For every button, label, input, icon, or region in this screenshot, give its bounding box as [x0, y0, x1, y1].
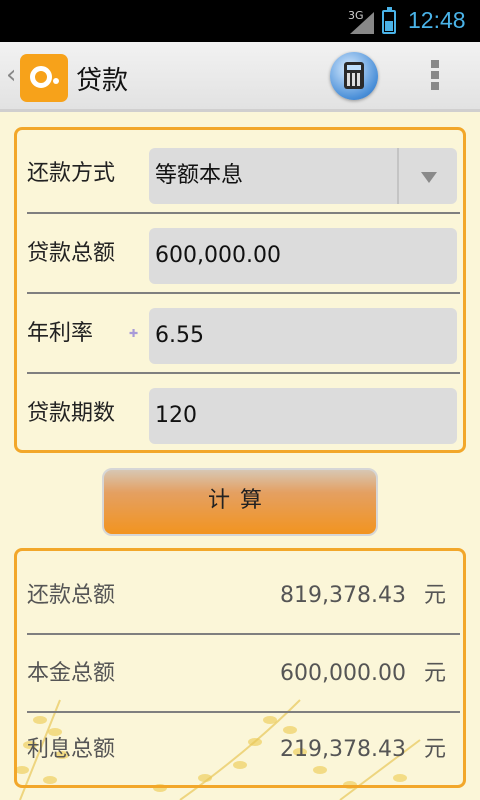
result-row: 利息总额 219,378.43 元 — [23, 711, 460, 785]
annual-rate-row: 年利率 ✚ 6.55 — [23, 294, 460, 374]
rate-info-icon[interactable]: ✚ — [129, 327, 138, 340]
annual-rate-label: 年利率 — [27, 321, 94, 346]
total-principal-value: 600,000.00 — [280, 661, 406, 686]
repayment-method-row: 还款方式 等额本息 — [23, 134, 460, 214]
overflow-menu-icon[interactable] — [431, 60, 441, 94]
loan-term-row: 贷款期数 120 — [23, 374, 460, 454]
loan-amount-row: 贷款总额 600,000.00 — [23, 214, 460, 294]
result-panel: 还款总额 819,378.43 元 本金总额 600,000.00 元 利息总额… — [14, 548, 466, 788]
status-time: 12:48 — [408, 7, 466, 33]
loan-amount-input[interactable]: 600,000.00 — [149, 228, 457, 284]
app-logo-icon[interactable] — [20, 54, 68, 102]
repayment-method-value: 等额本息 — [155, 163, 244, 188]
result-row: 本金总额 600,000.00 元 — [23, 635, 460, 713]
total-interest-label: 利息总额 — [27, 737, 116, 762]
result-row: 还款总额 819,378.43 元 — [23, 557, 460, 635]
total-principal-label: 本金总额 — [27, 661, 116, 686]
calculate-button[interactable]: 计算 — [102, 468, 378, 536]
total-interest-value: 219,378.43 — [280, 737, 406, 762]
loan-amount-label: 贷款总额 — [27, 241, 116, 266]
loan-term-label: 贷款期数 — [27, 401, 116, 426]
repayment-method-label: 还款方式 — [27, 161, 116, 186]
annual-rate-input[interactable]: 6.55 — [149, 308, 457, 364]
page-title: 贷款 — [76, 66, 129, 96]
repayment-method-select[interactable]: 等额本息 — [149, 148, 457, 204]
dropdown-arrow-icon[interactable] — [421, 172, 437, 183]
calculator-icon[interactable] — [330, 52, 378, 100]
currency-unit: 元 — [423, 661, 446, 686]
currency-unit: 元 — [423, 583, 446, 608]
chevron-left-icon[interactable]: ‹ — [6, 60, 16, 90]
loan-input-panel: 还款方式 等额本息 贷款总额 600,000.00 年利率 ✚ 6.55 贷款期… — [14, 127, 466, 453]
action-bar: ‹ 贷款 — [0, 42, 480, 112]
status-bar: 3G 12:48 — [0, 0, 480, 42]
loan-term-input[interactable]: 120 — [149, 388, 457, 444]
currency-unit: 元 — [423, 737, 446, 762]
total-repayment-value: 819,378.43 — [280, 583, 406, 608]
signal-icon — [350, 12, 374, 34]
total-repayment-label: 还款总额 — [27, 583, 116, 608]
battery-icon — [382, 7, 396, 34]
